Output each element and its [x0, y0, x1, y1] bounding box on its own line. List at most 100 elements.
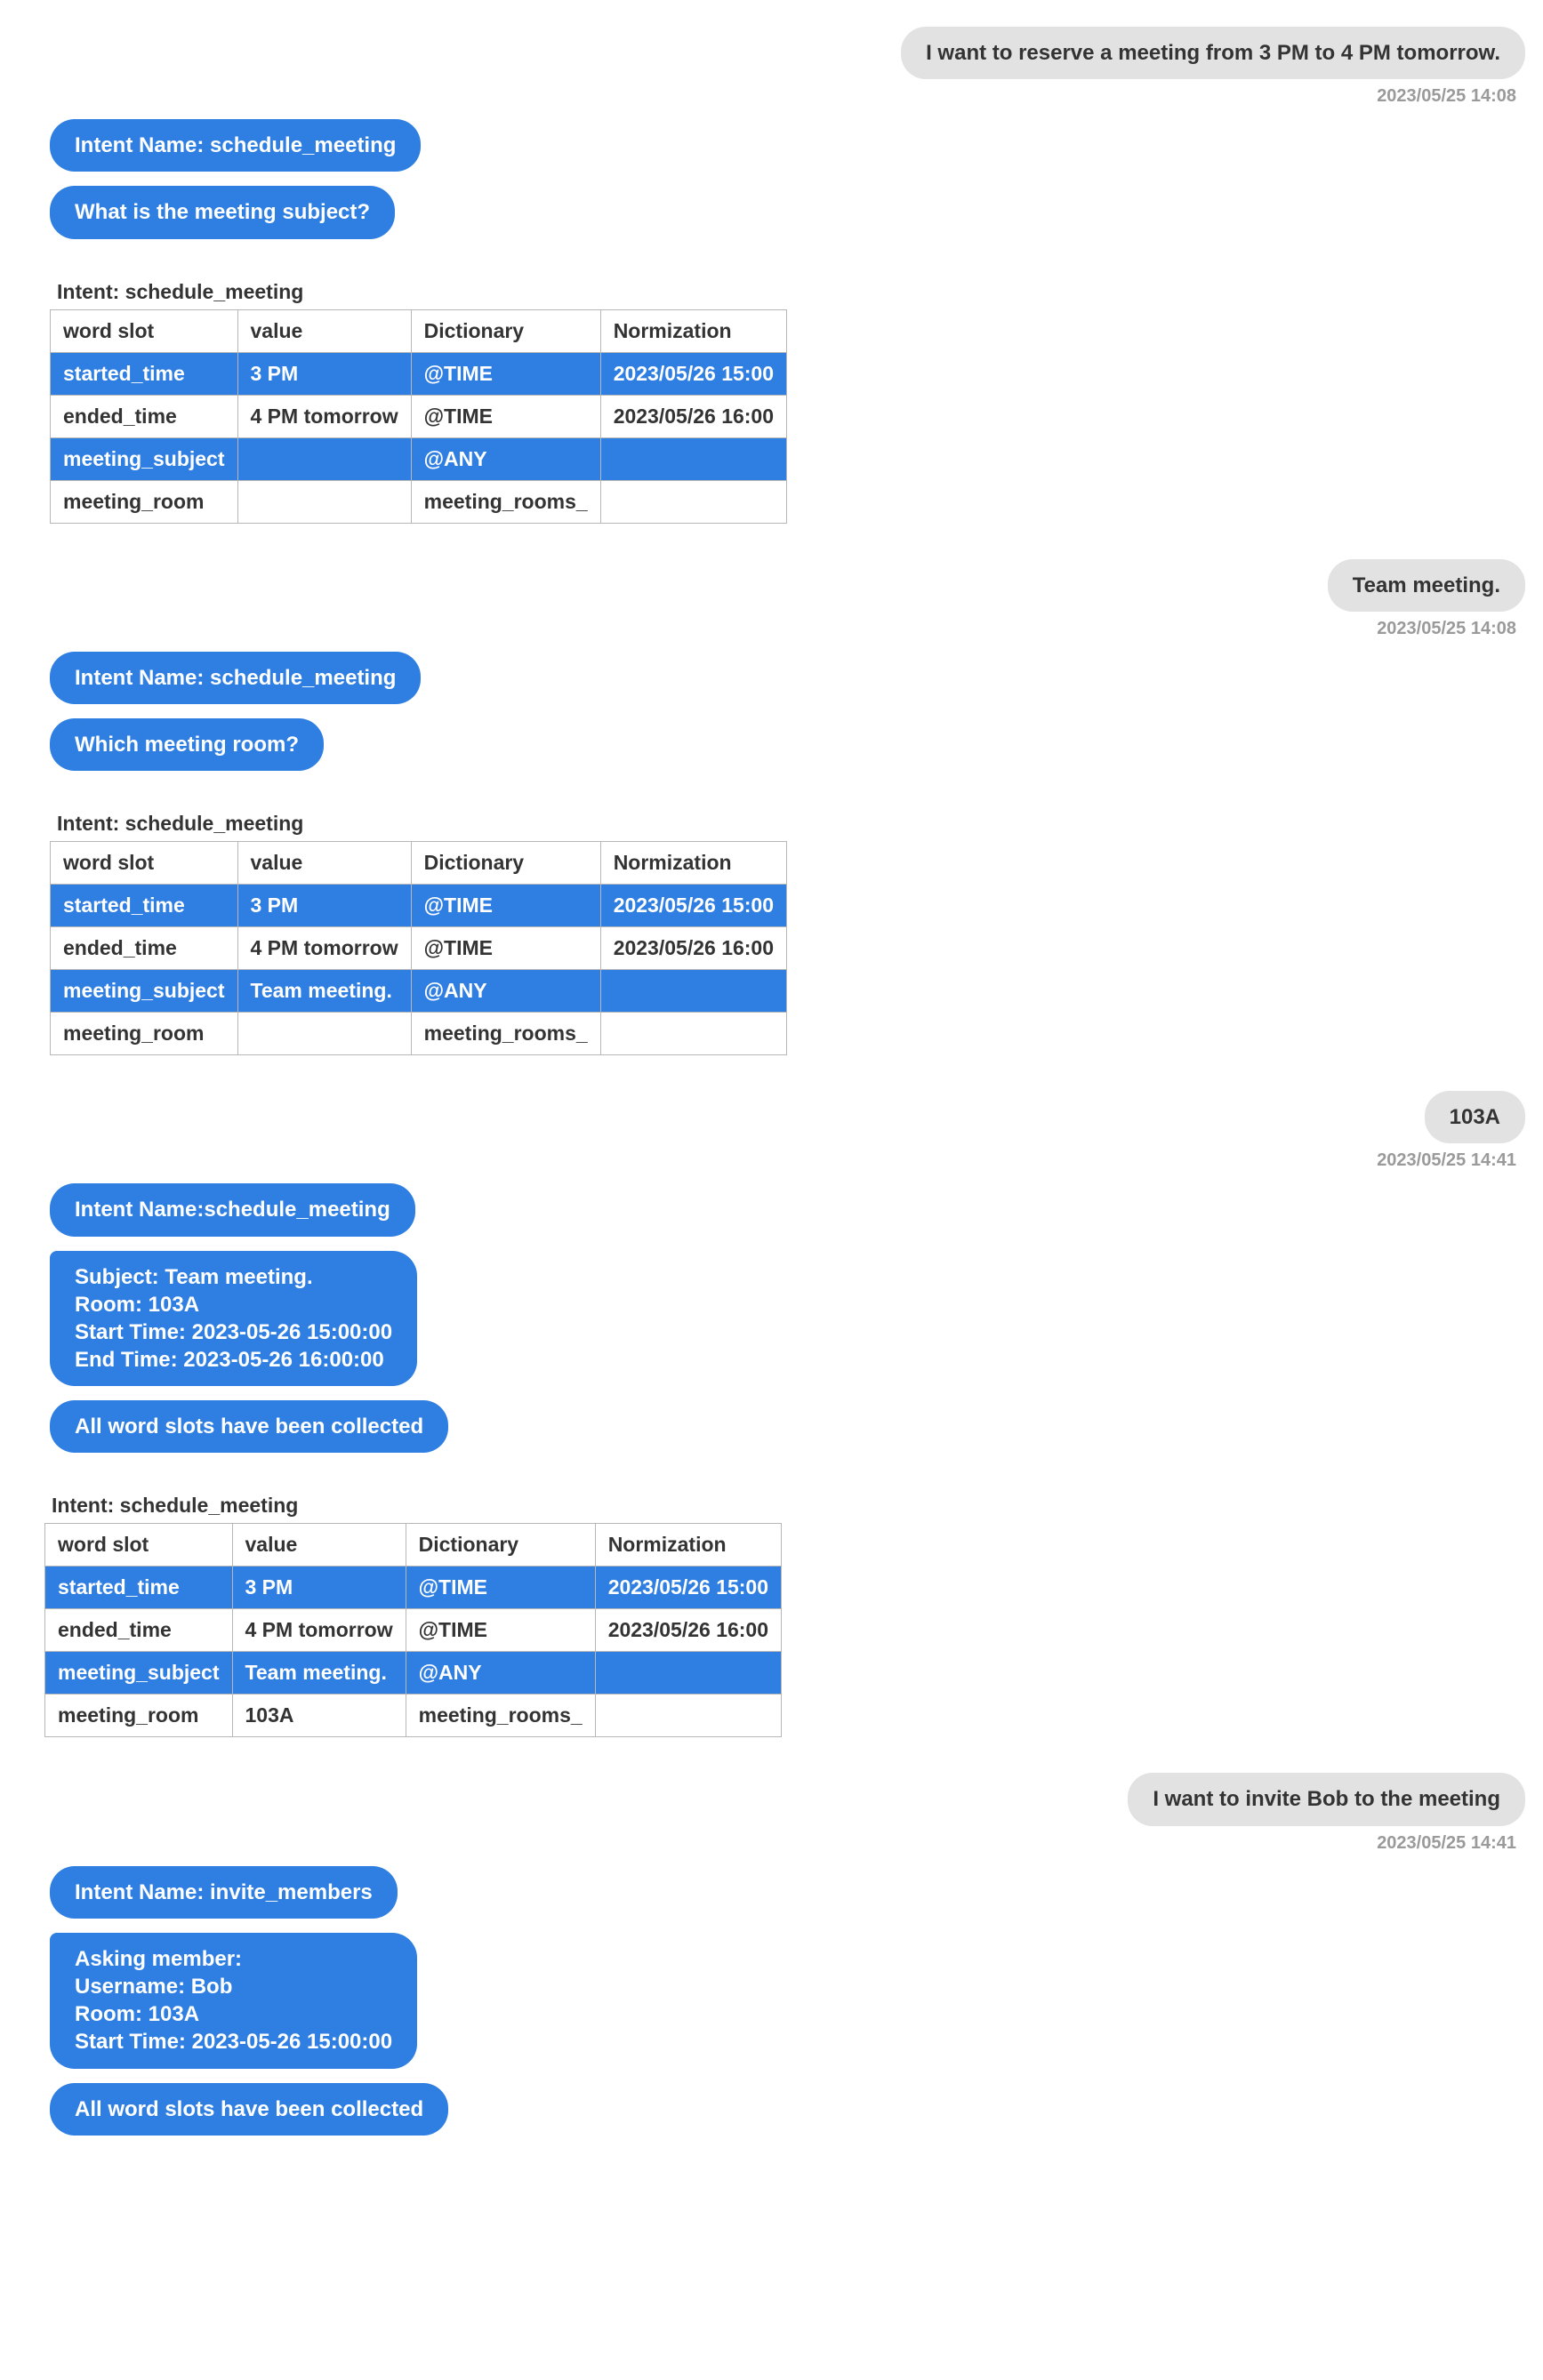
bot-message-group: Intent Name: invite_members Asking membe… — [18, 1866, 1525, 2150]
col-dictionary: Dictionary — [411, 842, 600, 885]
user-message-bubble: I want to reserve a meeting from 3 PM to… — [901, 27, 1525, 79]
col-value: value — [237, 309, 411, 352]
user-message-row: I want to invite Bob to the meeting 2023… — [18, 1773, 1525, 1853]
col-word-slot: word slot — [51, 309, 238, 352]
cell-norm — [595, 1695, 781, 1737]
col-dictionary: Dictionary — [411, 309, 600, 352]
bot-intent-bubble: Intent Name: schedule_meeting — [50, 119, 421, 172]
bot-status-bubble: All word slots have been collected — [50, 1400, 448, 1453]
cell-slot: ended_time — [51, 927, 238, 970]
cell-dict: meeting_rooms_ — [411, 1013, 600, 1055]
table-row: ended_time 4 PM tomorrow @TIME 2023/05/2… — [51, 395, 787, 437]
user-message-bubble: 103A — [1425, 1091, 1525, 1143]
bot-summary-bubble: Subject: Team meeting. Room: 103A Start … — [50, 1251, 417, 1387]
cell-norm: 2023/05/26 15:00 — [600, 352, 786, 395]
table-row: meeting_subject Team meeting. @ANY — [51, 970, 787, 1013]
cell-norm — [600, 1013, 786, 1055]
user-message-bubble: I want to invite Bob to the meeting — [1128, 1773, 1525, 1825]
chat-container: I want to reserve a meeting from 3 PM to… — [0, 0, 1543, 2216]
cell-norm: 2023/05/26 16:00 — [600, 395, 786, 437]
bot-intent-bubble: Intent Name: invite_members — [50, 1866, 398, 1919]
col-normization: Normization — [600, 842, 786, 885]
cell-dict: @TIME — [411, 395, 600, 437]
cell-norm: 2023/05/26 16:00 — [600, 927, 786, 970]
cell-value — [237, 1013, 411, 1055]
slot-table: word slot value Dictionary Normization s… — [50, 841, 787, 1055]
intent-caption: Intent: schedule_meeting — [50, 806, 787, 841]
user-message-row: 103A 2023/05/25 14:41 — [18, 1091, 1525, 1171]
cell-value: 103A — [232, 1695, 406, 1737]
table-row: ended_time 4 PM tomorrow @TIME 2023/05/2… — [51, 927, 787, 970]
cell-slot: started_time — [51, 885, 238, 927]
cell-dict: @ANY — [411, 437, 600, 480]
cell-slot: meeting_subject — [51, 437, 238, 480]
intent-caption: Intent: schedule_meeting — [50, 275, 787, 309]
col-dictionary: Dictionary — [406, 1524, 595, 1567]
cell-norm: 2023/05/26 15:00 — [600, 885, 786, 927]
cell-slot: meeting_subject — [51, 970, 238, 1013]
bot-status-bubble: All word slots have been collected — [50, 2083, 448, 2136]
cell-slot: ended_time — [51, 395, 238, 437]
cell-norm: 2023/05/26 15:00 — [595, 1567, 781, 1609]
table-row: started_time 3 PM @TIME 2023/05/26 15:00 — [51, 885, 787, 927]
cell-value — [237, 480, 411, 523]
intent-caption: Intent: schedule_meeting — [44, 1488, 782, 1523]
cell-dict: @TIME — [406, 1609, 595, 1652]
cell-slot: started_time — [45, 1567, 233, 1609]
cell-norm — [595, 1652, 781, 1695]
cell-norm — [600, 480, 786, 523]
col-value: value — [232, 1524, 406, 1567]
col-normization: Normization — [595, 1524, 781, 1567]
bot-message-group: Intent Name: schedule_meeting What is th… — [18, 119, 1525, 252]
cell-value: Team meeting. — [232, 1652, 406, 1695]
bot-prompt-bubble: What is the meeting subject? — [50, 186, 395, 238]
cell-dict: @TIME — [411, 885, 600, 927]
user-message-timestamp: 2023/05/25 14:08 — [1377, 86, 1525, 107]
slot-table: word slot value Dictionary Normization s… — [50, 309, 787, 524]
cell-slot: ended_time — [45, 1609, 233, 1652]
user-message-row: Team meeting. 2023/05/25 14:08 — [18, 559, 1525, 639]
cell-value: 4 PM tomorrow — [237, 395, 411, 437]
user-message-row: I want to reserve a meeting from 3 PM to… — [18, 27, 1525, 107]
cell-dict: @TIME — [406, 1567, 595, 1609]
cell-norm — [600, 970, 786, 1013]
intent-table-block: Intent: schedule_meeting word slot value… — [50, 806, 787, 1055]
bot-summary-bubble: Asking member: Username: Bob Room: 103A … — [50, 1933, 417, 2069]
table-row: meeting_subject @ANY — [51, 437, 787, 480]
table-row: ended_time 4 PM tomorrow @TIME 2023/05/2… — [45, 1609, 782, 1652]
table-row: started_time 3 PM @TIME 2023/05/26 15:00 — [45, 1567, 782, 1609]
user-message-timestamp: 2023/05/25 14:41 — [1377, 1833, 1525, 1854]
cell-value: 4 PM tomorrow — [232, 1609, 406, 1652]
cell-value: 4 PM tomorrow — [237, 927, 411, 970]
slot-table: word slot value Dictionary Normization s… — [44, 1523, 782, 1737]
table-row: started_time 3 PM @TIME 2023/05/26 15:00 — [51, 352, 787, 395]
cell-slot: meeting_room — [45, 1695, 233, 1737]
cell-value: 3 PM — [237, 352, 411, 395]
cell-slot: meeting_room — [51, 1013, 238, 1055]
user-message-bubble: Team meeting. — [1328, 559, 1525, 612]
cell-value: 3 PM — [232, 1567, 406, 1609]
bot-intent-bubble: Intent Name: schedule_meeting — [50, 652, 421, 704]
intent-table-block: Intent: schedule_meeting word slot value… — [44, 1488, 782, 1737]
col-word-slot: word slot — [51, 842, 238, 885]
intent-table-block: Intent: schedule_meeting word slot value… — [50, 275, 787, 524]
cell-dict: meeting_rooms_ — [411, 480, 600, 523]
cell-dict: @ANY — [406, 1652, 595, 1695]
cell-value: Team meeting. — [237, 970, 411, 1013]
col-normization: Normization — [600, 309, 786, 352]
user-message-timestamp: 2023/05/25 14:08 — [1377, 619, 1525, 639]
bot-message-group: Intent Name:schedule_meeting Subject: Te… — [18, 1183, 1525, 1467]
col-word-slot: word slot — [45, 1524, 233, 1567]
cell-slot: meeting_room — [51, 480, 238, 523]
cell-dict: meeting_rooms_ — [406, 1695, 595, 1737]
cell-dict: @TIME — [411, 927, 600, 970]
table-row: meeting_room meeting_rooms_ — [51, 1013, 787, 1055]
cell-value: 3 PM — [237, 885, 411, 927]
bot-prompt-bubble: Which meeting room? — [50, 718, 324, 771]
bot-intent-bubble: Intent Name:schedule_meeting — [50, 1183, 415, 1236]
cell-value — [237, 437, 411, 480]
cell-dict: @TIME — [411, 352, 600, 395]
table-row: meeting_room 103A meeting_rooms_ — [45, 1695, 782, 1737]
cell-slot: started_time — [51, 352, 238, 395]
bot-message-group: Intent Name: schedule_meeting Which meet… — [18, 652, 1525, 785]
